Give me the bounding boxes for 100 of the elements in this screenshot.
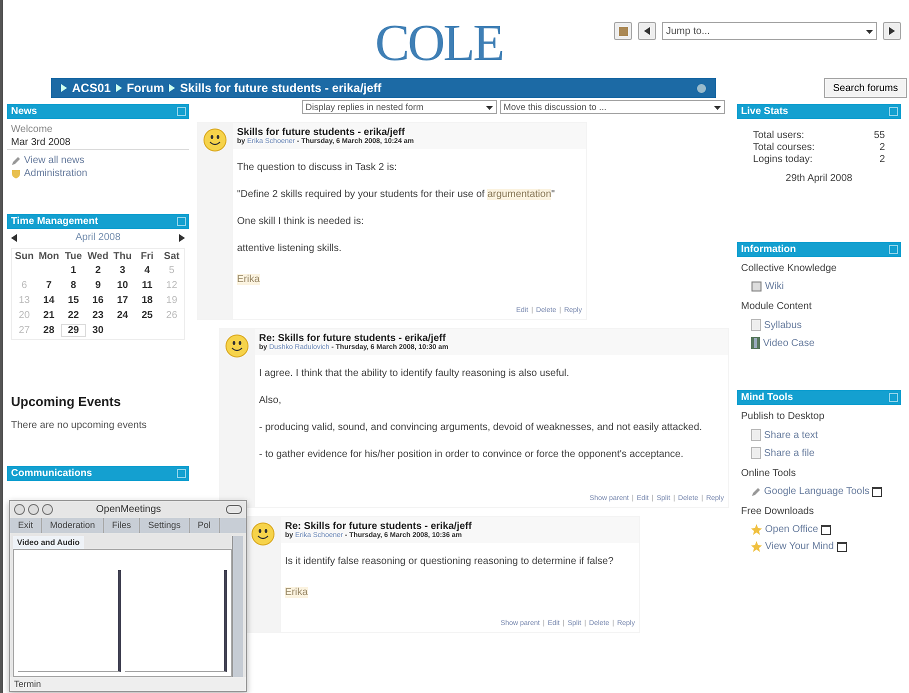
calendar-day[interactable]: 15 <box>61 294 86 307</box>
left-arrow-icon[interactable] <box>11 234 17 242</box>
resource-link[interactable]: Video Case <box>737 334 901 352</box>
menu-item[interactable]: Settings <box>140 518 190 533</box>
collapse-icon[interactable] <box>889 107 898 116</box>
right-arrow-icon[interactable] <box>179 234 185 242</box>
resource-link[interactable]: Open Office <box>737 521 901 538</box>
news-link[interactable]: View all news <box>7 154 189 167</box>
resource-link[interactable]: View Your Mind <box>737 538 901 555</box>
breadcrumb-link[interactable]: Forum <box>126 81 164 95</box>
window-button-icon[interactable] <box>14 504 25 515</box>
post-text: Also, <box>259 394 282 408</box>
calendar-day[interactable]: 16 <box>86 294 110 307</box>
post-text: Is it identify false reasoning or questioning reasoning to determine if false? <box>285 555 615 569</box>
caret-icon <box>714 104 720 110</box>
calendar-day[interactable]: 8 <box>61 279 86 292</box>
breadcrumb-link[interactable]: ACS01 <box>72 81 111 95</box>
calendar-day[interactable]: 30 <box>86 324 110 337</box>
section-heading: Module Content <box>740 300 813 314</box>
weekday-label: Thu <box>112 251 133 262</box>
jump-select[interactable]: Jump to... <box>662 22 877 40</box>
calendar-day[interactable]: 21 <box>36 309 62 322</box>
post-text: - to gather evidence for his/her position in order to convince or force the opponent's acceptance. <box>259 448 684 462</box>
book-icon <box>751 281 762 292</box>
window-button-icon[interactable] <box>42 504 53 515</box>
signature-link[interactable]: Erika <box>285 587 308 598</box>
page-icon <box>751 319 761 331</box>
film-icon <box>751 337 760 349</box>
star-icon <box>751 541 762 552</box>
glossary-link[interactable]: argumentation <box>487 189 552 200</box>
menu-item[interactable]: Files <box>104 518 140 533</box>
left-arrow-icon[interactable] <box>644 27 650 35</box>
collapse-icon[interactable] <box>177 469 186 478</box>
block-title: Information <box>741 244 796 255</box>
calendar-day[interactable]: 28 <box>36 324 62 337</box>
breadcrumb-arrow-icon <box>116 84 122 92</box>
previous-button[interactable] <box>638 22 656 40</box>
right-arrow-icon[interactable] <box>889 27 895 35</box>
post-text: I agree. I think that the ability to identify faulty reasoning is also useful. <box>259 367 570 381</box>
discussion-select[interactable]: Display replies in nested form <box>302 100 496 114</box>
collapse-icon[interactable] <box>177 217 186 226</box>
calendar-day[interactable]: 22 <box>61 309 86 322</box>
calendar-day[interactable]: 1 <box>61 264 86 277</box>
calendar-day[interactable]: 23 <box>86 309 110 322</box>
panel-tab[interactable]: Video and Audio <box>13 536 84 549</box>
calendar-day[interactable]: 11 <box>134 279 160 292</box>
resource-link[interactable]: Wiki <box>737 278 901 295</box>
window-button-icon[interactable] <box>28 504 39 515</box>
weekday-label: Sun <box>14 251 35 262</box>
breadcrumb-arrow-icon <box>169 84 176 92</box>
post-text: - producing valid, sound, and convincing arguments, devoid of weaknesses, and not easily attacked. <box>259 421 704 435</box>
collapse-icon[interactable] <box>889 245 898 254</box>
calendar-day[interactable]: 29 <box>61 324 86 337</box>
smiley-icon <box>251 522 275 546</box>
toolbar-toggle-icon[interactable] <box>226 505 242 514</box>
collapse-icon[interactable] <box>177 107 186 116</box>
page-icon <box>751 447 761 459</box>
signature-link[interactable]: Erika <box>237 274 260 285</box>
section-heading: Publish to Desktop <box>740 410 826 424</box>
news-link[interactable]: Administration <box>7 167 189 180</box>
calendar-day[interactable]: 4 <box>134 264 160 277</box>
collapse-icon[interactable] <box>889 393 898 402</box>
weekday-label: Tue <box>64 251 83 262</box>
resource-link[interactable]: Google Language Tools <box>737 483 901 500</box>
calendar-day[interactable]: 2 <box>86 264 110 277</box>
calendar-day[interactable]: 10 <box>110 279 135 292</box>
next-button[interactable] <box>883 22 901 40</box>
calendar-day[interactable]: 7 <box>36 279 62 292</box>
calendar-day[interactable]: 24 <box>110 309 135 322</box>
calendar-day[interactable]: 18 <box>134 294 160 307</box>
resource-link[interactable]: Share a file <box>737 444 901 462</box>
search-forums-button[interactable]: Search forums <box>824 78 907 98</box>
news-text: Mar 3rd 2008 <box>10 136 72 149</box>
menu-item[interactable]: Moderation <box>42 518 104 533</box>
upcoming-events-text: There are no upcoming events <box>10 419 148 432</box>
calendar-day[interactable]: 9 <box>86 279 110 292</box>
menu-item[interactable]: Pol <box>190 518 220 533</box>
weekday-label: Wed <box>86 251 110 262</box>
upcoming-events-title: Upcoming Events <box>10 393 122 411</box>
pencil-icon <box>751 486 761 496</box>
status-text: Termin <box>10 677 246 691</box>
calendar-day[interactable]: 17 <box>110 294 135 307</box>
smiley-icon <box>225 334 249 358</box>
discussion-select[interactable]: Move this discussion to ... <box>500 100 724 114</box>
calendar-day[interactable]: 14 <box>36 294 62 307</box>
news-text: Welcome <box>10 123 54 136</box>
post-title: Re: Skills for future students - erika/jeff <box>285 521 473 532</box>
calendar-day[interactable]: 25 <box>134 309 160 322</box>
stat-label: Logins today: <box>753 154 812 165</box>
calendar-day[interactable]: 3 <box>110 264 135 277</box>
block-title: Communications <box>11 468 92 479</box>
resource-link[interactable]: Share a text <box>737 426 901 444</box>
scrollbar[interactable] <box>232 536 243 677</box>
resource-link[interactable]: Syllabus <box>737 316 901 334</box>
breadcrumb-link[interactable]: Skills for future students - erika/jeff <box>180 81 382 95</box>
stat-value: 2 <box>879 142 885 153</box>
post-title: Re: Skills for future students - erika/jeff <box>259 333 447 344</box>
page-icon <box>751 429 761 441</box>
menu-item[interactable]: Exit <box>10 518 42 533</box>
section-heading: Collective Knowledge <box>740 262 838 276</box>
